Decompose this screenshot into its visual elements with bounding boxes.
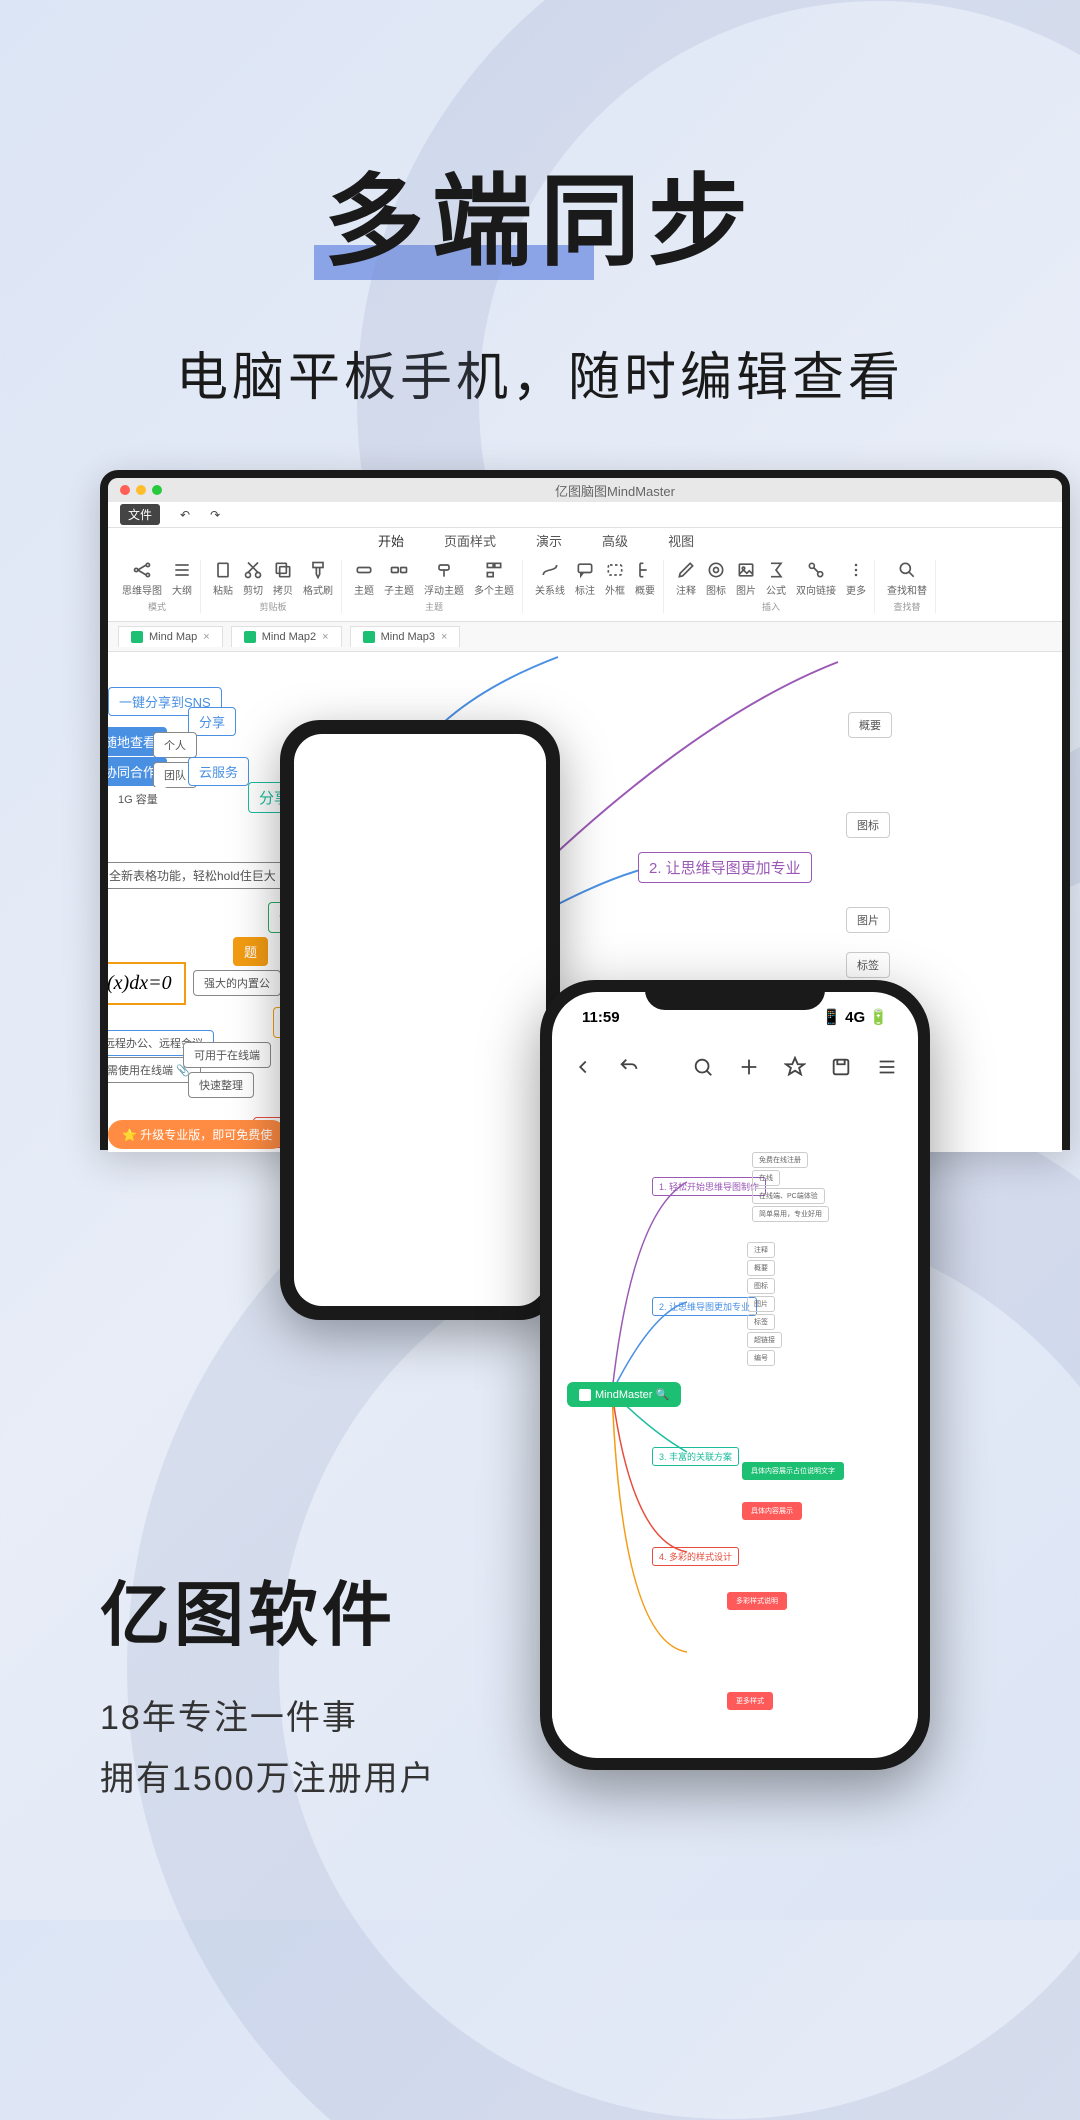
footer-section: 亿图软件 18年专注一件事 拥有1500万注册用户 <box>100 1559 436 1800</box>
phone-canvas[interactable]: MindMaster 🔍 1. 轻松开始思维导图制作 2. 让思维导图更加专业 … <box>552 1092 918 1752</box>
min-dot[interactable] <box>136 485 146 495</box>
phone-signal: 📱 4G 🔋 <box>822 1008 888 1026</box>
phone-section-1[interactable]: 1. 轻松开始思维导图制作 <box>652 1177 766 1196</box>
node-quick-org[interactable]: 快速整理 <box>188 1072 254 1098</box>
copy-button[interactable]: 拷贝 <box>273 560 293 597</box>
hero-section: 多端同步 电脑平板手机，随时编辑查看 <box>0 0 1080 410</box>
hero-subtitle: 电脑平板手机，随时编辑查看 <box>0 335 1080 410</box>
cut-button[interactable]: 剪切 <box>243 560 263 597</box>
undo-icon[interactable]: ↶ <box>180 508 190 522</box>
phone-section-4[interactable]: 4. 多彩的样式设计 <box>652 1547 739 1566</box>
node-share[interactable]: 分享 <box>188 707 236 736</box>
tab-advanced[interactable]: 高级 <box>602 531 628 550</box>
tab-start[interactable]: 开始 <box>378 531 404 550</box>
file-menu[interactable]: 文件 <box>120 504 160 525</box>
footer-title: 亿图软件 <box>100 1559 436 1660</box>
node-right-1[interactable]: 图标 <box>846 812 890 838</box>
upgrade-banner[interactable]: ⭐ 升级专业版，即可免费使 <box>108 1120 286 1149</box>
paste-button[interactable]: 粘贴 <box>213 560 233 597</box>
search-icon[interactable] <box>692 1056 714 1078</box>
node-right-2[interactable]: 图片 <box>846 907 890 933</box>
phone-section-3[interactable]: 3. 丰富的关联方案 <box>652 1447 739 1466</box>
style-icon[interactable] <box>784 1056 806 1078</box>
node-cloud[interactable]: 云服务 <box>188 757 249 786</box>
save-icon[interactable] <box>830 1056 852 1078</box>
back-icon[interactable] <box>572 1056 594 1078</box>
format-painter-button[interactable]: 格式刷 <box>303 560 333 597</box>
file-tab-1[interactable]: Mind Map× <box>118 626 223 647</box>
floating-topic-button[interactable]: 浮动主题 <box>424 560 464 597</box>
menu-icon[interactable] <box>876 1056 898 1078</box>
quick-access-toolbar: 文件 ↶ ↷ <box>108 502 1062 528</box>
outline-mode-button[interactable]: 大纲 <box>172 560 192 597</box>
tab-present[interactable]: 演示 <box>536 531 562 550</box>
find-button[interactable]: 查找和替 <box>887 560 927 597</box>
boundary-button[interactable]: 外框 <box>605 560 625 597</box>
callout-button[interactable]: 标注 <box>575 560 595 597</box>
tab-page-style[interactable]: 页面样式 <box>444 531 496 550</box>
node-right-0[interactable]: 概要 <box>848 712 892 738</box>
hero-title: 多端同步 <box>324 140 756 285</box>
bilink-button[interactable]: 双向链接 <box>796 560 836 597</box>
footer-line2: 拥有1500万注册用户 <box>100 1751 436 1800</box>
more-button[interactable]: 更多 <box>846 560 866 597</box>
note-button[interactable]: 注释 <box>676 560 696 597</box>
window-titlebar: 亿图脑图MindMaster <box>108 478 1062 502</box>
image-button[interactable]: 图片 <box>736 560 756 597</box>
max-dot[interactable] <box>152 485 162 495</box>
footer-line1: 18年专注一件事 <box>100 1690 436 1739</box>
node-online-use[interactable]: 可用于在线端 <box>183 1042 271 1068</box>
tablet-screen <box>294 734 546 1306</box>
phone-center-node[interactable]: MindMaster 🔍 <box>567 1382 681 1407</box>
add-icon[interactable] <box>738 1056 760 1078</box>
icon-button[interactable]: 图标 <box>706 560 726 597</box>
window-title: 亿图脑图MindMaster <box>168 481 1062 500</box>
document-tabs: Mind Map× Mind Map2× Mind Map3× <box>108 622 1062 652</box>
node-formula-inner[interactable]: 强大的内置公 <box>193 970 281 996</box>
node-section2[interactable]: 2. 让思维导图更加专业 <box>638 852 812 883</box>
ribbon-toolbar: 思维导图 大纲 模式 粘贴 剪切 拷贝 格式刷 剪贴板 主题 子主题 浮动主题 … <box>108 552 1062 622</box>
summary-button[interactable]: 概要 <box>635 560 655 597</box>
phone-section-2[interactable]: 2. 让思维导图更加专业 <box>652 1297 757 1316</box>
phone-toolbar <box>552 1042 918 1092</box>
mindmap-mode-button[interactable]: 思维导图 <box>122 560 162 597</box>
phone-mockup: 11:59 📱 4G 🔋 MindMaster 🔍 1 <box>540 980 930 1770</box>
close-dot[interactable] <box>120 485 130 495</box>
subtopic-button[interactable]: 子主题 <box>384 560 414 597</box>
ribbon-tabs: 开始 页面样式 演示 高级 视图 <box>108 528 1062 552</box>
undo-icon[interactable] <box>618 1056 640 1078</box>
formula-button[interactable]: 公式 <box>766 560 786 597</box>
phone-time: 11:59 <box>582 1009 620 1026</box>
topic-button[interactable]: 主题 <box>354 560 374 597</box>
relation-button[interactable]: 关系线 <box>535 560 565 597</box>
file-tab-2[interactable]: Mind Map2× <box>231 626 342 647</box>
node-table-desc[interactable]: 全新表格功能，轻松hold住巨大 <box>108 862 287 889</box>
node-personal[interactable]: 个人 <box>153 732 197 758</box>
tablet-mockup <box>280 720 560 1320</box>
node-title[interactable]: 题 <box>233 937 268 966</box>
redo-icon[interactable]: ↷ <box>210 508 220 522</box>
formula-box[interactable]: (x)dx=0 <box>108 962 186 1005</box>
multi-topic-button[interactable]: 多个主题 <box>474 560 514 597</box>
node-right-3[interactable]: 标签 <box>846 952 890 978</box>
tab-view[interactable]: 视图 <box>668 531 694 550</box>
node-storage[interactable]: 1G 容量 <box>108 787 168 811</box>
file-tab-3[interactable]: Mind Map3× <box>350 626 461 647</box>
